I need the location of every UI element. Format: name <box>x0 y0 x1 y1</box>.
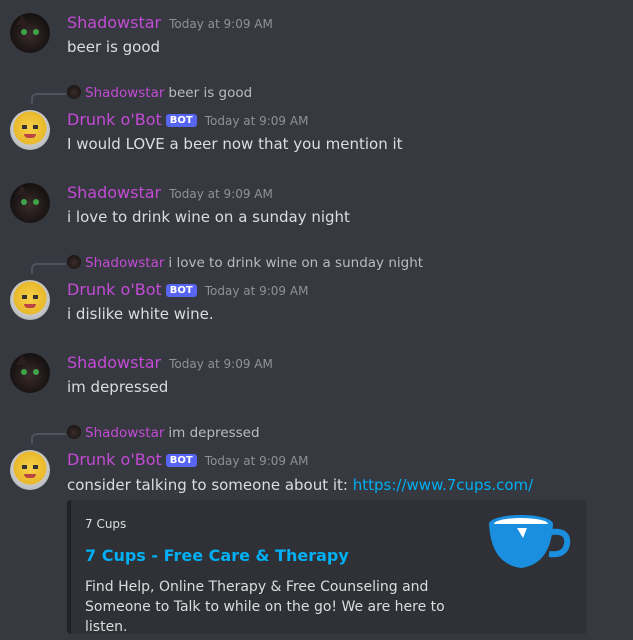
reply-avatar <box>67 255 81 269</box>
avatar[interactable] <box>10 450 50 490</box>
username[interactable]: Shadowstar <box>67 13 161 32</box>
message-content: I would LOVE a beer now that you mention… <box>67 135 403 153</box>
reply-text: beer is good <box>168 85 253 101</box>
timestamp: Today at 9:09 AM <box>169 17 273 31</box>
message-content: i dislike white wine. <box>67 305 214 323</box>
message-header: Drunk o'Bot BOT Today at 9:09 AM <box>67 110 308 129</box>
timestamp: Today at 9:09 AM <box>204 454 309 468</box>
message-content: im depressed <box>67 378 169 396</box>
timestamp: Today at 9:09 AM <box>204 284 309 298</box>
timestamp: Today at 9:09 AM <box>169 357 273 371</box>
message-link[interactable]: https://www.7cups.com/ <box>353 476 533 494</box>
message-header: Shadowstar Today at 9:09 AM <box>67 13 273 32</box>
message-content: i love to drink wine on a sunday night <box>67 208 350 226</box>
reply-spine <box>31 263 66 274</box>
reply-text: im depressed <box>168 425 260 441</box>
avatar[interactable] <box>10 13 50 53</box>
message-content: consider talking to someone about it: ht… <box>67 476 533 494</box>
bot-badge: BOT <box>165 114 197 127</box>
timestamp: Today at 9:09 AM <box>169 187 273 201</box>
reply-username[interactable]: Shadowstar <box>85 85 164 101</box>
avatar[interactable] <box>10 280 50 320</box>
reply-spine <box>31 93 66 104</box>
message-header: Drunk o'Bot BOT Today at 9:09 AM <box>67 280 308 299</box>
message-header: Shadowstar Today at 9:09 AM <box>67 183 273 202</box>
username[interactable]: Drunk o'Bot <box>67 280 162 299</box>
reply-text: i love to drink wine on a sunday night <box>168 255 424 271</box>
reply-preview[interactable]: Shadowstar i love to drink wine on a sund… <box>67 255 423 271</box>
embed-description: Find Help, Online Therapy & Free Counsel… <box>85 579 445 635</box>
reply-preview[interactable]: Shadowstar beer is good <box>67 85 252 101</box>
reply-spine <box>31 433 66 444</box>
link-embed: 7 Cups 7 Cups - Free Care & Therapy Find… <box>67 500 587 635</box>
message-text: consider talking to someone about it: <box>67 476 348 494</box>
avatar[interactable] <box>10 353 50 393</box>
reply-username[interactable]: Shadowstar <box>85 255 164 271</box>
message-content: beer is good <box>67 38 161 56</box>
username[interactable]: Shadowstar <box>67 183 161 202</box>
blue-cup-icon[interactable] <box>487 514 571 570</box>
reply-username[interactable]: Shadowstar <box>85 425 164 441</box>
username[interactable]: Drunk o'Bot <box>67 450 162 469</box>
reply-avatar <box>67 425 81 439</box>
username[interactable]: Drunk o'Bot <box>67 110 162 129</box>
timestamp: Today at 9:09 AM <box>204 114 309 128</box>
embed-title[interactable]: 7 Cups - Free Care & Therapy <box>85 546 349 565</box>
avatar[interactable] <box>10 110 50 150</box>
bot-badge: BOT <box>165 454 197 467</box>
avatar[interactable] <box>10 183 50 223</box>
reply-preview[interactable]: Shadowstar im depressed <box>67 425 260 441</box>
username[interactable]: Shadowstar <box>67 353 161 372</box>
embed-provider[interactable]: 7 Cups <box>85 517 126 531</box>
reply-avatar <box>67 85 81 99</box>
bot-badge: BOT <box>165 284 197 297</box>
message-header: Shadowstar Today at 9:09 AM <box>67 353 273 372</box>
message-header: Drunk o'Bot BOT Today at 9:09 AM <box>67 450 308 469</box>
